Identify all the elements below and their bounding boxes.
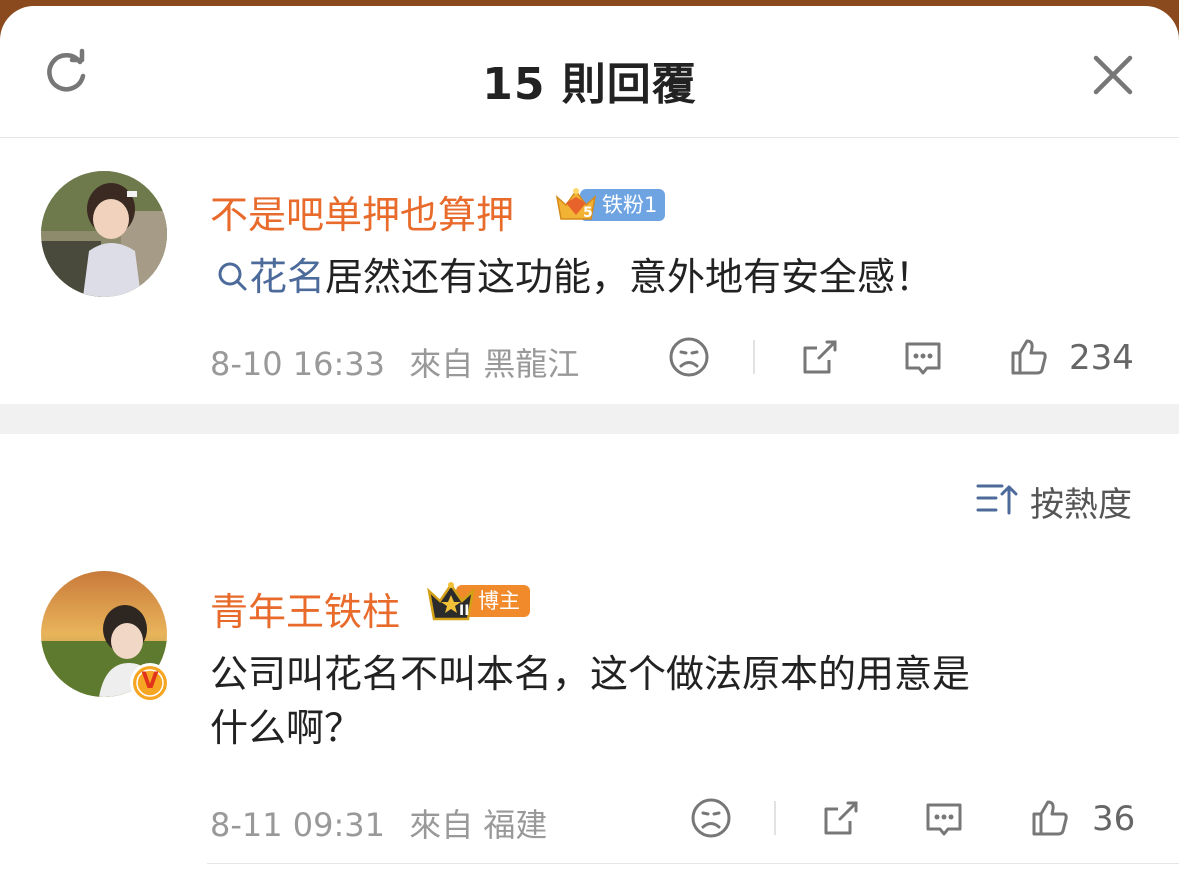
- comment-icon[interactable]: [901, 336, 945, 380]
- post-content: 花名居然还有这功能，意外地有安全感！: [215, 250, 933, 304]
- verified-mark: V: [141, 669, 159, 694]
- comment-icon[interactable]: [922, 797, 966, 841]
- close-icon[interactable]: [1090, 52, 1136, 98]
- post-username[interactable]: 不是吧单押也算押: [210, 184, 514, 239]
- page-title: 15 則回覆: [482, 59, 697, 110]
- avatar[interactable]: [41, 171, 167, 297]
- sort-label: 按熱度: [1030, 485, 1132, 525]
- topic-text: 花名: [249, 255, 326, 299]
- fan-badge[interactable]: 铁粉1 5: [554, 187, 666, 221]
- topic-link[interactable]: 花名: [215, 255, 325, 299]
- reply-time: 8-11 09:31: [210, 806, 386, 844]
- reply-text-line1: 公司叫花名不叫本名，这个做法原本的用意是: [210, 652, 971, 696]
- sad-face-icon[interactable]: [689, 796, 733, 840]
- post-time: 8-10 16:33: [210, 345, 386, 383]
- reply-meta: 8-11 09:31 來自 福建: [210, 800, 547, 846]
- blogger-level: II: [459, 603, 470, 619]
- sheet-header: 15 則回覆: [0, 6, 1179, 138]
- share-icon[interactable]: [818, 797, 862, 841]
- post-text: 居然还有这功能，意外地有安全感！: [325, 255, 934, 299]
- search-icon: [218, 262, 247, 291]
- sad-face-icon[interactable]: [667, 335, 711, 379]
- reply-like-count: 36: [1092, 799, 1136, 839]
- reply-username[interactable]: 青年王铁柱: [210, 581, 400, 636]
- reply-text-line2: 什么啊？: [210, 706, 363, 750]
- post-meta: 8-10 16:33 來自 黑龍江: [210, 339, 579, 385]
- like-icon[interactable]: [1007, 335, 1051, 379]
- fan-level: 5: [583, 205, 593, 221]
- share-icon[interactable]: [797, 336, 841, 380]
- divider: [753, 340, 755, 374]
- reply-content: 公司叫花名不叫本名，这个做法原本的用意是 什么啊？: [210, 647, 1150, 755]
- sort-icon: [976, 484, 1018, 515]
- reply-location: 來自 福建: [409, 806, 548, 844]
- post-like-count: 234: [1069, 338, 1134, 378]
- blogger-badge[interactable]: 博主 II: [426, 582, 538, 621]
- replies-sheet: 15 則回覆 不是吧单押也算押 铁粉1 5 花名居然还有这功能，意外地有安全感！…: [0, 6, 1179, 879]
- post-location: 來自 黑龍江: [409, 345, 580, 383]
- like-icon[interactable]: [1028, 796, 1072, 840]
- divider: [774, 801, 776, 835]
- section-divider: [0, 404, 1179, 434]
- divider: [207, 863, 1179, 864]
